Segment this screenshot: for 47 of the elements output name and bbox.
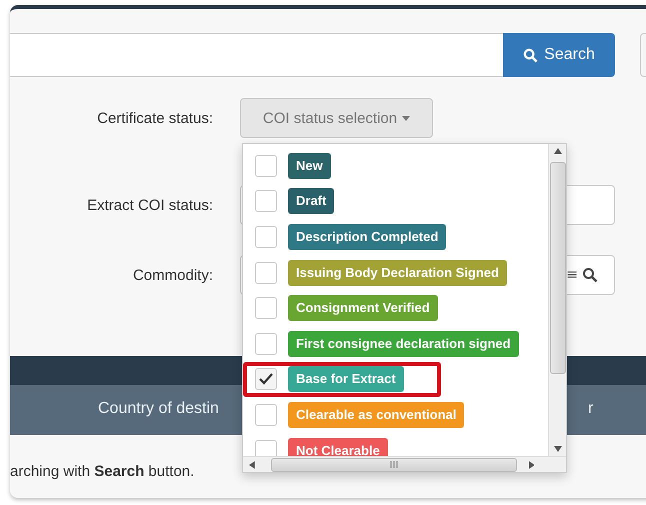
- right-arrow-icon[interactable]: [528, 460, 534, 468]
- down-arrow-icon[interactable]: [554, 446, 562, 452]
- menu-item[interactable]: Draft: [243, 184, 548, 220]
- menu-item[interactable]: Issuing Body Declaration Signed: [243, 254, 548, 290]
- column-header[interactable]: r: [588, 400, 594, 418]
- checkbox[interactable]: [255, 332, 277, 355]
- checkbox[interactable]: [255, 368, 277, 390]
- list-icon[interactable]: ≡: [566, 267, 578, 283]
- field-label: Certificate status:: [96, 110, 213, 126]
- status-badge: Clearable as conventional: [288, 402, 464, 428]
- horizontal-scrollbar[interactable]: [243, 456, 566, 472]
- vertical-scrollbar[interactable]: [548, 144, 566, 456]
- checkbox[interactable]: [255, 404, 277, 426]
- status-badge: Description Completed: [288, 224, 446, 250]
- field-label: Extract COI status:: [86, 196, 213, 214]
- menu-item[interactable]: New: [243, 148, 548, 184]
- status-badge: Not Clearable: [288, 438, 388, 456]
- search-button[interactable]: Search: [503, 33, 615, 77]
- left-arrow-icon[interactable]: [249, 460, 255, 468]
- status-dropdown[interactable]: COI status selection: [240, 98, 433, 138]
- status-badge: New: [288, 152, 331, 179]
- menu-item[interactable]: Consignment Verified: [243, 290, 548, 326]
- up-arrow-icon[interactable]: [554, 148, 562, 154]
- status-badge: Base for Extract: [288, 366, 404, 392]
- checkbox[interactable]: [255, 154, 277, 177]
- search-icon[interactable]: [582, 267, 598, 283]
- check-icon: [259, 373, 273, 386]
- grip-icon: [388, 461, 399, 468]
- menu-item[interactable]: First consignee declaration signed: [243, 326, 548, 362]
- menu-item[interactable]: Base for Extract: [247, 366, 437, 394]
- field-label: Commodity:: [132, 266, 213, 284]
- status-badge: First consignee declaration signed: [288, 330, 519, 357]
- menu-item[interactable]: Not Clearable: [243, 432, 548, 456]
- checkbox[interactable]: [255, 440, 277, 456]
- status-badge: Consignment Verified: [288, 295, 438, 322]
- status-badge: Draft: [288, 188, 334, 214]
- hint-text: arching with Search button.: [10, 463, 194, 480]
- checkbox[interactable]: [255, 190, 277, 212]
- menu-item[interactable]: Description Completed: [243, 219, 548, 255]
- column-header[interactable]: Country of destin: [98, 400, 219, 418]
- status-badge: Issuing Body Declaration Signed: [288, 260, 507, 286]
- checkbox[interactable]: [255, 226, 277, 248]
- caret-icon: [402, 116, 410, 120]
- checkbox[interactable]: [255, 262, 277, 284]
- checkbox[interactable]: [255, 297, 277, 320]
- search-icon: [523, 48, 538, 62]
- search-field[interactable]: [10, 33, 503, 77]
